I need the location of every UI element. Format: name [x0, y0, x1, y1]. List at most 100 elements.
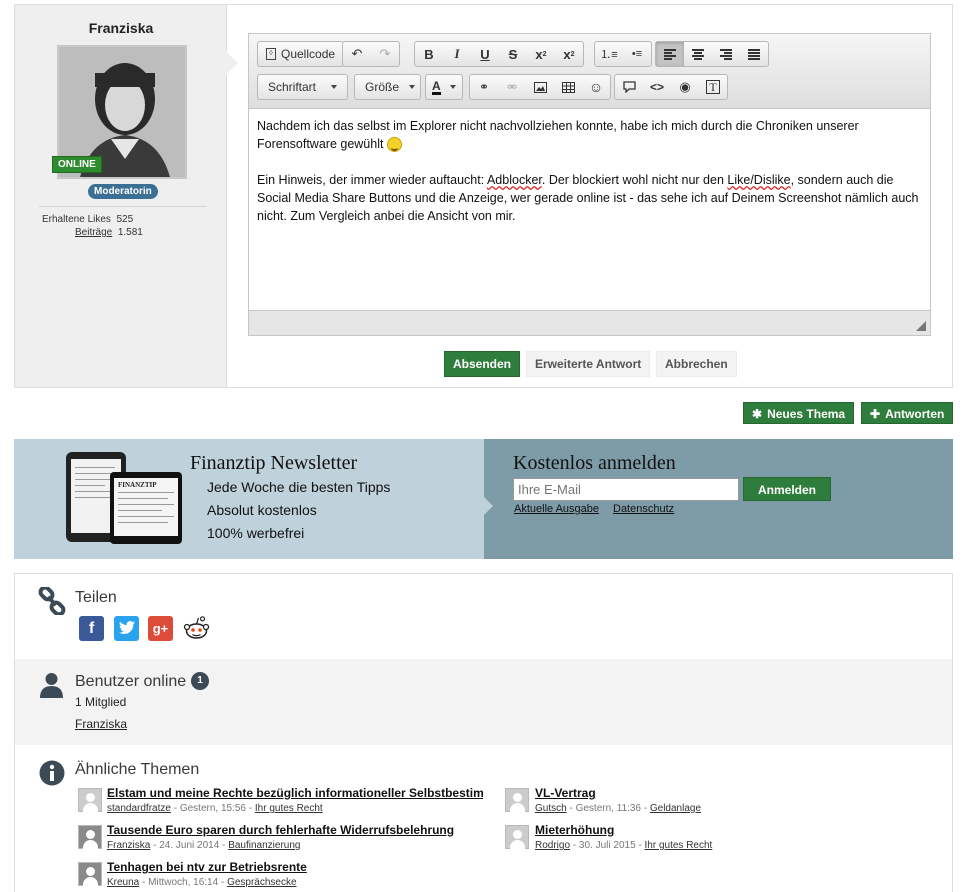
- align-left-glyph: [664, 48, 676, 60]
- toolbar-group-align: [655, 41, 769, 67]
- plus-icon: ✚: [870, 407, 881, 421]
- superscript-icon[interactable]: x2: [555, 42, 583, 66]
- thread-forum[interactable]: Gesprächsecke: [227, 877, 296, 888]
- posts-link[interactable]: Beiträge: [75, 227, 112, 238]
- unordered-list-icon[interactable]: •≡: [623, 42, 651, 66]
- image-icon[interactable]: [526, 75, 554, 99]
- privacy-link[interactable]: Datenschutz: [613, 503, 674, 515]
- chevron-down-icon: [450, 85, 456, 89]
- resize-handle-icon[interactable]: [916, 321, 926, 331]
- font-label: Schriftart: [268, 80, 317, 94]
- editor-content[interactable]: Nachdem ich das selbst im Explorer nicht…: [257, 117, 922, 243]
- thread-author[interactable]: Rodrigo: [535, 840, 570, 851]
- source-button[interactable]: ◊ Quellcode: [258, 42, 343, 66]
- thread-author[interactable]: standardfratze: [107, 803, 171, 814]
- facebook-icon[interactable]: f: [79, 616, 104, 641]
- new-thread-label: Neues Thema: [767, 407, 846, 421]
- online-badge: ONLINE: [52, 156, 102, 173]
- thread-title-3[interactable]: Tausende Euro sparen durch fehlerhafte W…: [107, 823, 454, 837]
- thread-forum[interactable]: Ihr gutes Recht: [255, 803, 323, 814]
- thread-title-5[interactable]: Tenhagen bei ntv zur Betriebsrente: [107, 860, 307, 874]
- username[interactable]: Franziska: [15, 20, 227, 36]
- thread-title-4[interactable]: Mieterhöhung: [535, 823, 614, 837]
- align-center-glyph: [692, 48, 704, 60]
- redo-icon[interactable]: ↷: [371, 42, 399, 66]
- source-icon: ◊: [266, 48, 276, 60]
- table-glyph: [561, 81, 575, 93]
- quote-glyph: [622, 81, 636, 93]
- thread-avatar[interactable]: [78, 862, 102, 886]
- thread-avatar[interactable]: [78, 825, 102, 849]
- divider: [39, 206, 207, 207]
- thread-avatar[interactable]: [505, 788, 529, 812]
- likes-label: Erhaltene Likes: [42, 214, 111, 225]
- submit-button[interactable]: Absenden: [444, 351, 521, 377]
- newsletter-item-2: Absolut kostenlos: [207, 502, 317, 518]
- advanced-reply-button[interactable]: Erweiterte Antwort: [526, 351, 651, 377]
- italic-icon[interactable]: I: [443, 42, 471, 66]
- reddit-icon[interactable]: [183, 616, 210, 641]
- tablet-device-image: FINANZTIP: [110, 472, 182, 544]
- bold-icon[interactable]: B: [415, 42, 443, 66]
- email-input[interactable]: [513, 478, 739, 501]
- strikethrough-icon[interactable]: S: [499, 42, 527, 66]
- quote-icon[interactable]: [615, 75, 643, 99]
- online-members: 1 Mitglied: [75, 695, 127, 709]
- table-icon[interactable]: [554, 75, 582, 99]
- subscript-icon[interactable]: x2: [527, 42, 555, 66]
- paragraph-1-text: Nachdem ich das selbst im Explorer nicht…: [257, 119, 859, 151]
- link-icon[interactable]: ⚭: [470, 75, 498, 99]
- cancel-button[interactable]: Abbrechen: [656, 351, 737, 377]
- reply-label: Antworten: [885, 407, 945, 421]
- align-right-icon[interactable]: [712, 42, 740, 66]
- code-icon[interactable]: <>: [643, 75, 671, 99]
- font-family-select[interactable]: Schriftart: [257, 74, 348, 100]
- ordered-list-icon[interactable]: ⒈≡: [595, 42, 623, 66]
- google-plus-icon[interactable]: g+: [148, 616, 173, 641]
- toolbar-group-source: ◊ Quellcode: [257, 41, 345, 67]
- thread-forum[interactable]: Ihr gutes Recht: [645, 840, 713, 851]
- thread-date: - Gestern, 15:56 -: [170, 803, 255, 814]
- image-glyph: [533, 81, 547, 93]
- font-size-value: Größe: [355, 75, 420, 99]
- toolbar-group-format: B I U S x2 x2: [414, 41, 584, 67]
- thread-avatar[interactable]: [505, 825, 529, 849]
- spoiler-icon[interactable]: ◉: [671, 75, 699, 99]
- font-family-value: Schriftart: [258, 75, 347, 99]
- share-title: Teilen: [75, 589, 117, 606]
- thread-author[interactable]: Gutsch: [535, 803, 567, 814]
- thread-author[interactable]: Franziska: [107, 840, 150, 851]
- user-icon: [40, 673, 63, 698]
- thread-date: - 30. Juli 2015 -: [570, 840, 645, 851]
- signup-button[interactable]: Anmelden: [743, 477, 831, 501]
- thread-avatar[interactable]: [78, 788, 102, 812]
- underline-icon[interactable]: U: [471, 42, 499, 66]
- thread-title-1[interactable]: Elstam und meine Rechte bezüglich inform…: [107, 786, 483, 800]
- thread-forum[interactable]: Geldanlage: [650, 803, 701, 814]
- thread-author[interactable]: Kreuna: [107, 877, 139, 888]
- smiley-icon[interactable]: ☺: [582, 75, 610, 99]
- reply-button[interactable]: ✚ Antworten: [861, 402, 954, 424]
- text-format-glyph: T: [706, 80, 720, 94]
- font-size-select[interactable]: Größe: [354, 74, 421, 100]
- user-info-panel: Franziska ONLINE Moderatorin Erhaltene L…: [15, 5, 227, 387]
- chevron-down-icon: [331, 85, 337, 89]
- new-thread-button[interactable]: ✱ Neues Thema: [743, 402, 855, 424]
- undo-icon[interactable]: ↶: [343, 42, 371, 66]
- newsletter-arrow: [484, 497, 493, 515]
- thread-title-2[interactable]: VL-Vertrag: [535, 786, 596, 800]
- tablet-screen: FINANZTIP: [114, 478, 178, 536]
- twitter-bird-glyph: [118, 621, 135, 635]
- thread-forum[interactable]: Baufinanzierung: [228, 840, 300, 851]
- justify-icon[interactable]: [740, 42, 768, 66]
- unlink-icon[interactable]: ⚮: [498, 75, 526, 99]
- thread-date: - Gestern, 11:36 -: [566, 803, 650, 814]
- text-color-select[interactable]: A: [425, 74, 463, 100]
- twitter-icon[interactable]: [114, 616, 139, 641]
- text-format-icon[interactable]: T: [699, 75, 727, 99]
- align-left-icon[interactable]: [656, 42, 684, 66]
- current-issue-link[interactable]: Aktuelle Ausgabe: [514, 503, 599, 515]
- rich-text-editor: ◊ Quellcode ↶ ↷ B I U S x2 x2 ⒈≡ •≡ Schr…: [248, 33, 931, 336]
- align-center-icon[interactable]: [684, 42, 712, 66]
- online-user-link[interactable]: Franziska: [75, 717, 127, 731]
